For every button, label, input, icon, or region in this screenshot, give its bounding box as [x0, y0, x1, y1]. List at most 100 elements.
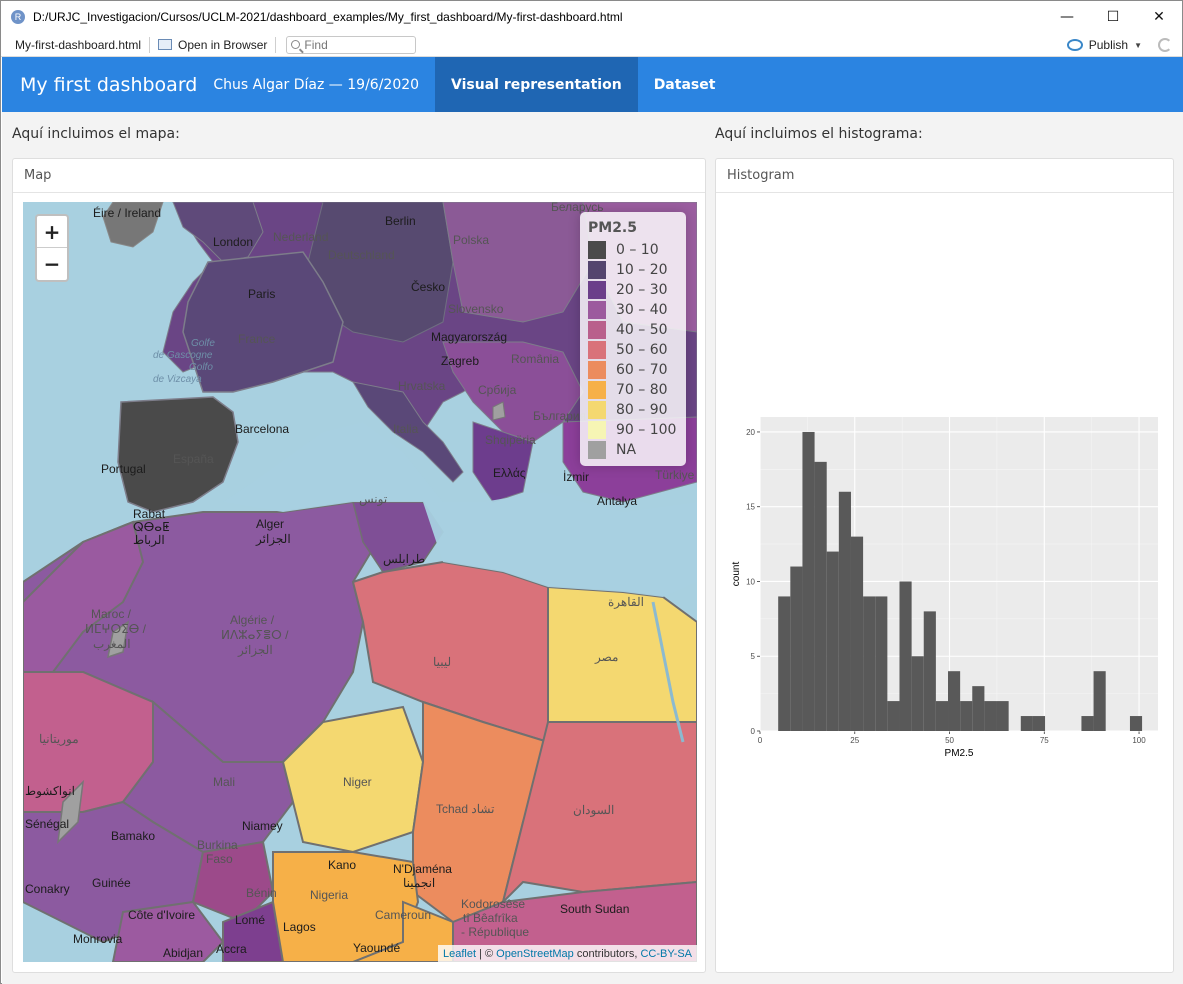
map-label: Nederland	[273, 230, 329, 244]
refresh-icon[interactable]	[1158, 38, 1172, 52]
map-label: Niger	[343, 775, 372, 789]
legend-item: 60 – 70	[588, 360, 678, 380]
legend-item: 70 – 80	[588, 380, 678, 400]
maximize-icon[interactable]: ☐	[1090, 1, 1136, 33]
openstreetmap-link[interactable]: OpenStreetMap	[496, 948, 574, 960]
map-label: Zagreb	[441, 354, 480, 368]
map-label: Bénin	[246, 886, 277, 900]
legend-label: 80 – 90	[616, 402, 668, 418]
histogram-bar	[972, 686, 985, 731]
histogram-bar	[790, 566, 803, 731]
map-label: Éire / Ireland	[93, 206, 162, 220]
map-label: Antalya	[597, 494, 638, 508]
map-label: Sénégal	[25, 817, 70, 831]
map-label: Rabat	[133, 507, 166, 521]
map-label: de Vizcaya	[153, 374, 202, 385]
map-heading: Aquí incluimos el mapa:	[12, 126, 180, 142]
map-label: Abidjan	[163, 946, 204, 960]
map-label: ⵍⵎⵖⵔⵉⴱ /	[85, 622, 147, 636]
map-label: - République	[461, 925, 530, 939]
legend-swatch	[588, 341, 606, 359]
map-label: Côte d'Ivoire	[128, 908, 195, 922]
x-tick-label: 25	[850, 736, 859, 745]
map-label: الجزائر	[256, 532, 291, 546]
map-label: Conakry	[25, 882, 70, 896]
map-label: Berlin	[385, 214, 416, 228]
x-axis-label: PM2.5	[945, 748, 974, 759]
histogram-bar	[826, 551, 839, 731]
histogram-bar	[935, 701, 949, 731]
map-label: Cameroun	[375, 908, 432, 922]
map-label: الجزائر	[238, 643, 273, 657]
publish-button[interactable]: Publish	[1089, 38, 1128, 52]
tab-visual-representation[interactable]: Visual representation	[435, 57, 638, 112]
zoom-control: + −	[35, 214, 69, 282]
map-card-title: Map	[13, 159, 705, 193]
x-tick-label: 0	[758, 736, 763, 745]
legend-item: NA	[588, 440, 678, 460]
y-tick-label: 0	[751, 727, 756, 736]
legend-swatch	[588, 281, 606, 299]
map-label: المغرب	[93, 637, 131, 651]
y-tick-label: 20	[746, 428, 755, 437]
map-label: България	[533, 409, 587, 423]
app-window: R D:/URJC_Investigacion/Cursos/UCLM-2021…	[0, 0, 1183, 984]
leaflet-link[interactable]: Leaflet	[443, 948, 476, 960]
histogram-plot: 0 25 50 75 100 0 5 10 15 20 PM2.5 count	[730, 409, 1164, 769]
legend-label: 10 – 20	[616, 262, 668, 278]
map-label: Barcelona	[235, 422, 290, 436]
map-label: ⵍⴷⵣⴰⵢⴻⵔ /	[221, 628, 289, 642]
map-label: South Sudan	[560, 902, 630, 916]
histogram-bar	[1093, 671, 1106, 731]
map-label: ⵕⴱⴰⵟ	[133, 520, 170, 534]
minimize-icon[interactable]: —	[1044, 1, 1090, 33]
legend-swatch	[588, 421, 606, 439]
map-label: Србија	[478, 383, 517, 397]
map-label: Portugal	[101, 462, 146, 476]
close-icon[interactable]: ✕	[1136, 1, 1182, 33]
open-in-browser-button[interactable]: Open in Browser	[158, 38, 267, 52]
license-link[interactable]: CC-BY-SA	[640, 948, 692, 960]
legend-label: 60 – 70	[616, 362, 668, 378]
find-input[interactable]: Find	[286, 35, 417, 54]
legend-item: 10 – 20	[588, 260, 678, 280]
zoom-out-button[interactable]: −	[37, 248, 67, 280]
map-label: ليبيا	[433, 655, 452, 669]
legend-label: 50 – 60	[616, 342, 668, 358]
histogram-bar	[1020, 716, 1033, 731]
map-label: Maroc /	[91, 607, 132, 621]
map-label: Hrvatska	[398, 379, 446, 393]
y-tick-label: 5	[751, 652, 756, 661]
map-label: Algérie /	[230, 613, 275, 627]
map-label: Shqipëria	[485, 433, 536, 447]
dashboard-author: Chus Algar Díaz — 19/6/2020	[213, 76, 420, 93]
histogram-svg: 0 25 50 75 100 0 5 10 15 20 PM2.5 count	[731, 417, 1158, 759]
legend-swatch	[588, 441, 606, 459]
map-label: موريتانيا	[39, 732, 79, 746]
chevron-down-icon[interactable]: ▼	[1134, 41, 1142, 50]
viewer-toolbar: My-first-dashboard.html Open in Browser …	[1, 33, 1182, 57]
map-label: Accra	[216, 942, 247, 956]
histogram-bar	[778, 596, 791, 731]
histogram-bar	[984, 701, 997, 731]
tab-dataset[interactable]: Dataset	[638, 57, 732, 112]
map-label: România	[511, 352, 560, 366]
legend-item: 30 – 40	[588, 300, 678, 320]
map-label: Mali	[213, 775, 236, 789]
map-label: القاهرة	[608, 595, 644, 609]
window-controls: — ☐ ✕	[1044, 1, 1182, 33]
legend-item: 40 – 50	[588, 320, 678, 340]
map-label: الرباط	[133, 533, 165, 547]
nav-brand: My first dashboard Chus Algar Díaz — 19/…	[2, 57, 435, 112]
leaflet-map[interactable]: Éire / Ireland London Nederland Berlin D…	[23, 202, 697, 962]
attribution-contributors: contributors,	[573, 947, 641, 960]
map-legend: PM2.5 0 – 10 10 – 20 20 – 30 30 – 40 40 – 50…	[580, 212, 686, 466]
legend-item: 0 – 10	[588, 240, 678, 260]
histogram-bar	[875, 596, 888, 731]
map-label: Monrovia	[73, 932, 123, 946]
legend-item: 90 – 100	[588, 420, 678, 440]
legend-rows: 0 – 10 10 – 20 20 – 30 30 – 40 40 – 50 50 – 6…	[588, 240, 678, 460]
zoom-in-button[interactable]: +	[37, 216, 67, 248]
map-label: Lagos	[283, 920, 316, 934]
legend-label: 90 – 100	[616, 422, 677, 438]
